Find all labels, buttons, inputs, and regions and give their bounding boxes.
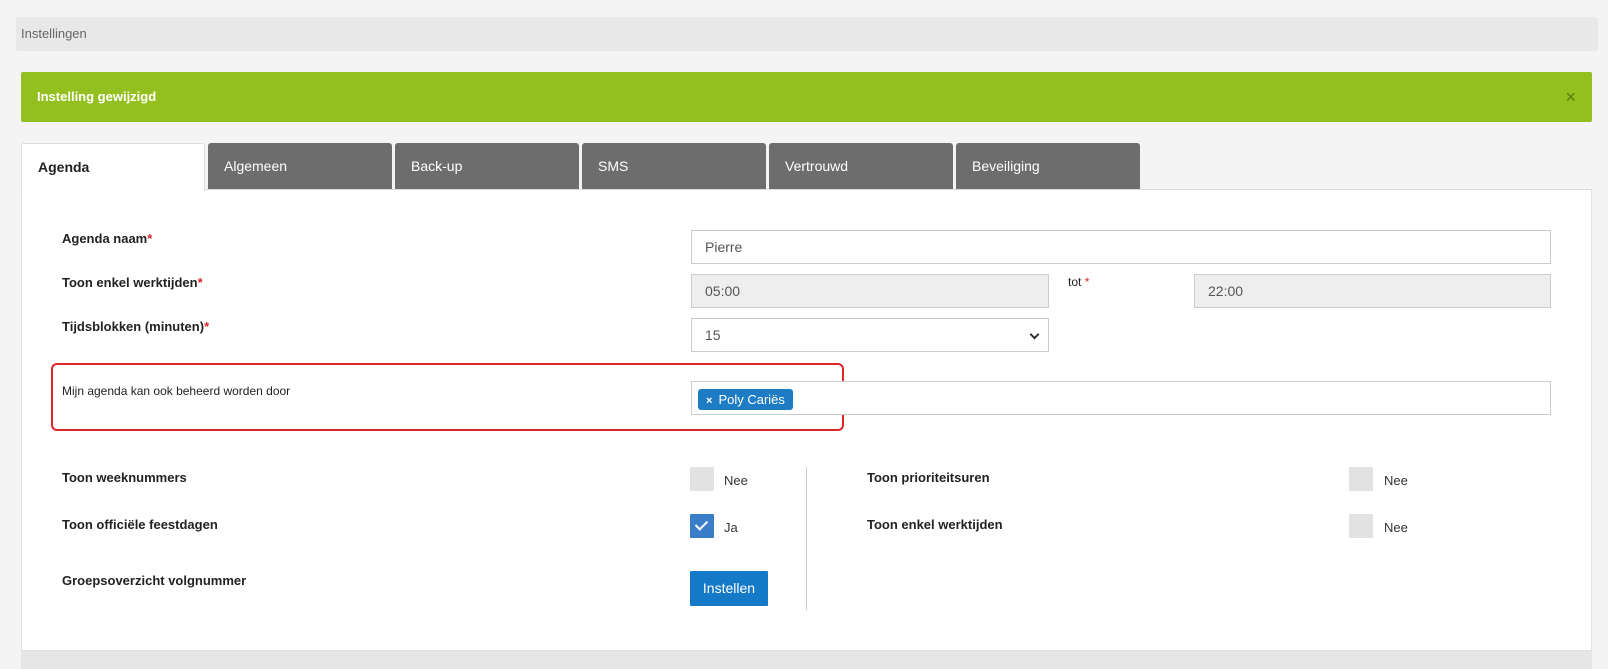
werktijden-from-input[interactable]: 05:00 (691, 274, 1049, 308)
close-icon[interactable]: × (1565, 72, 1576, 122)
tijdsblokken-value: 15 (705, 327, 721, 343)
weeknummers-value: Nee (724, 473, 748, 488)
chevron-down-icon (1029, 329, 1040, 340)
user-tag-label: Poly Cariës (718, 392, 785, 407)
tijdsblokken-select[interactable]: 15 (691, 318, 1049, 352)
required-marker: * (147, 231, 153, 246)
agenda-naam-input[interactable]: Pierre (691, 230, 1551, 264)
instellen-button[interactable]: Instellen (690, 571, 768, 606)
required-marker: * (1084, 275, 1090, 289)
required-marker: * (204, 319, 210, 334)
weeknummers-checkbox[interactable] (690, 467, 714, 491)
enkel-werktijden-checkbox[interactable] (1349, 514, 1373, 538)
feestdagen-checkbox[interactable] (690, 514, 714, 538)
beheerd-tag-input[interactable]: × Poly Cariës (691, 381, 1551, 415)
prioriteitsuren-label: Toon prioriteitsuren (867, 470, 990, 485)
alert-message: Instelling gewijzigd (37, 89, 157, 104)
prioriteitsuren-checkbox[interactable] (1349, 467, 1373, 491)
feestdagen-label: Toon officiële feestdagen (62, 517, 218, 532)
tab-agenda[interactable]: Agenda (21, 143, 205, 191)
weeknummers-label: Toon weeknummers (62, 470, 187, 485)
tab-algemeen[interactable]: Algemeen (208, 143, 392, 190)
tab-sms[interactable]: SMS (582, 143, 766, 190)
breadcrumb-label: Instellingen (21, 26, 87, 41)
remove-tag-icon[interactable]: × (706, 395, 712, 407)
tab-beveiliging[interactable]: Beveiliging (956, 143, 1140, 190)
werktijden-text: Toon enkel werktijden (62, 275, 198, 290)
agenda-naam-text: Agenda naam (62, 231, 148, 246)
breadcrumb: Instellingen (16, 17, 1598, 51)
footer-strip (21, 651, 1592, 669)
feestdagen-value: Ja (724, 520, 738, 535)
tot-text: tot (1068, 275, 1082, 289)
tijdsblokken-label: Tijdsblokken (minuten)* (62, 319, 209, 334)
tab-vertrouwd[interactable]: Vertrouwd (769, 143, 953, 190)
volgnummer-label: Groepsoverzicht volgnummer (62, 573, 247, 588)
prioriteitsuren-value: Nee (1384, 473, 1408, 488)
column-divider (806, 467, 807, 610)
tot-label: tot * (1068, 275, 1089, 289)
werktijden-to-input[interactable]: 22:00 (1194, 274, 1551, 308)
required-marker: * (197, 275, 203, 290)
success-alert: Instelling gewijzigd × (21, 72, 1592, 122)
beheerd-label: Mijn agenda kan ook beheerd worden door (62, 384, 291, 398)
enkel-werktijden-label: Toon enkel werktijden (867, 517, 1003, 532)
agenda-naam-label: Agenda naam* (62, 231, 152, 246)
tijdsblokken-text: Tijdsblokken (minuten) (62, 319, 205, 334)
enkel-werktijden-value: Nee (1384, 520, 1408, 535)
tab-back-up[interactable]: Back-up (395, 143, 579, 190)
user-tag: × Poly Cariës (698, 389, 793, 410)
werktijden-label: Toon enkel werktijden* (62, 275, 203, 290)
